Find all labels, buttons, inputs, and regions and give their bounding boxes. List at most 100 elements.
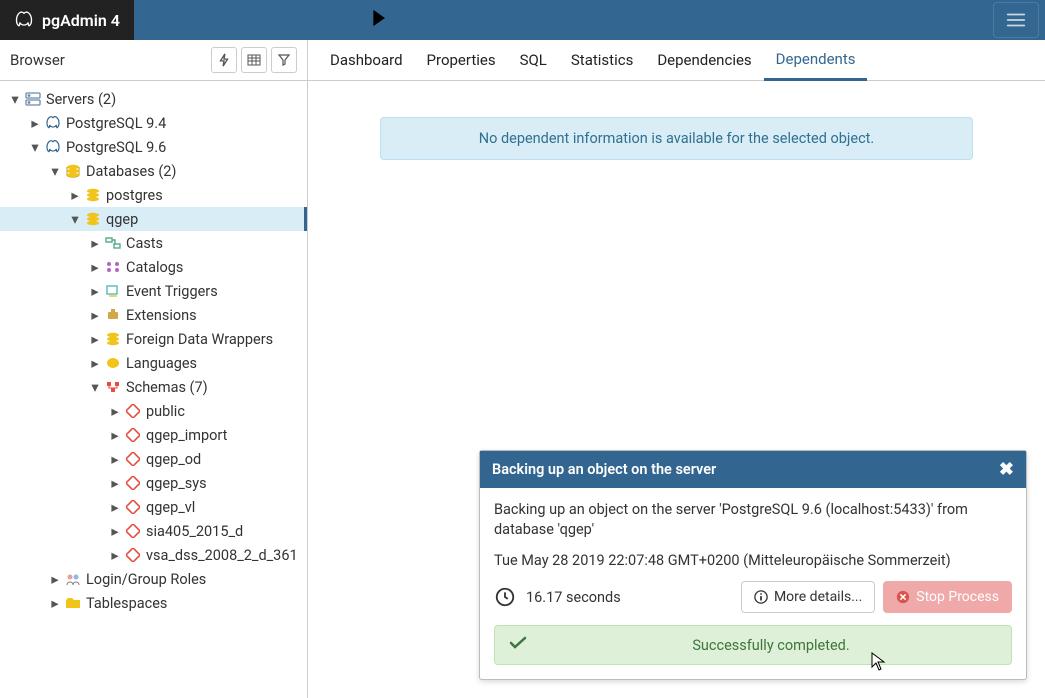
tree-login-roles[interactable]: ▸ Login/Group Roles bbox=[0, 567, 307, 591]
tree-casts[interactable]: ▸ Casts bbox=[0, 231, 307, 255]
tree-db-postgres[interactable]: ▸ postgres bbox=[0, 183, 307, 207]
chevron-right-icon[interactable]: ▸ bbox=[108, 524, 122, 538]
tree-pg96[interactable]: ▾ PostgreSQL 9.6 bbox=[0, 135, 307, 159]
elephant-icon bbox=[44, 138, 62, 156]
tree-label: PostgreSQL 9.6 bbox=[66, 139, 166, 156]
tree-tablespaces[interactable]: ▸ Tablespaces bbox=[0, 591, 307, 615]
tree-languages[interactable]: ▸ Languages bbox=[0, 351, 307, 375]
grid-icon bbox=[247, 54, 261, 66]
tree-catalogs[interactable]: ▸ Catalogs bbox=[0, 255, 307, 279]
tree-label: Casts bbox=[126, 235, 163, 252]
popup-timestamp: Tue May 28 2019 22:07:48 GMT+0200 (Mitte… bbox=[494, 551, 1012, 571]
filter-icon bbox=[278, 54, 290, 66]
tab-dependents[interactable]: Dependents bbox=[764, 40, 868, 81]
tree-fdw[interactable]: ▸ Foreign Data Wrappers bbox=[0, 327, 307, 351]
tree-servers[interactable]: ▾ Servers (2) bbox=[0, 87, 307, 111]
chevron-down-icon[interactable]: ▾ bbox=[8, 92, 22, 106]
object-browser: ▾ Servers (2) ▸ PostgreSQL 9.4 ▾ Postgre… bbox=[0, 81, 308, 698]
popup-elapsed: 16.17 seconds bbox=[526, 589, 621, 606]
chevron-right-icon[interactable]: ▸ bbox=[108, 476, 122, 490]
chevron-right-icon[interactable]: ▸ bbox=[88, 332, 102, 346]
schema-icon bbox=[124, 522, 142, 540]
button-label: More details... bbox=[774, 589, 862, 605]
chevron-down-icon[interactable]: ▾ bbox=[28, 140, 42, 154]
chevron-right-icon[interactable]: ▸ bbox=[108, 452, 122, 466]
chevron-right-icon[interactable]: ▸ bbox=[88, 284, 102, 298]
tree-schema-qgep-sys[interactable]: ▸ qgep_sys bbox=[0, 471, 307, 495]
tree-label: Languages bbox=[126, 355, 197, 372]
chevron-down-icon[interactable]: ▾ bbox=[68, 212, 82, 226]
tree-label: Databases (2) bbox=[86, 163, 176, 180]
chevron-down-icon[interactable]: ▾ bbox=[48, 164, 62, 178]
header-play-icon bbox=[364, 4, 392, 36]
tree-schemas[interactable]: ▾ Schemas (7) bbox=[0, 375, 307, 399]
tree-label: Catalogs bbox=[126, 259, 183, 276]
success-message: Successfully completed. bbox=[545, 637, 997, 654]
tree-label: Event Triggers bbox=[126, 283, 218, 300]
chevron-right-icon[interactable]: ▸ bbox=[68, 188, 82, 202]
query-tool-button[interactable] bbox=[211, 47, 237, 73]
tree-schema-public[interactable]: ▸ public bbox=[0, 399, 307, 423]
database-icon bbox=[84, 186, 102, 204]
tree-label: sia405_2015_d bbox=[146, 523, 243, 540]
tree-pg94[interactable]: ▸ PostgreSQL 9.4 bbox=[0, 111, 307, 135]
schemas-icon bbox=[104, 378, 122, 396]
browser-title: Browser bbox=[10, 51, 65, 69]
chevron-right-icon[interactable]: ▸ bbox=[108, 404, 122, 418]
stop-process-button[interactable]: Stop Process bbox=[883, 581, 1012, 613]
stop-icon bbox=[896, 590, 910, 604]
tree-schema-qgep-import[interactable]: ▸ qgep_import bbox=[0, 423, 307, 447]
servers-icon bbox=[24, 90, 42, 108]
clock-icon bbox=[494, 586, 516, 608]
chevron-right-icon[interactable]: ▸ bbox=[88, 236, 102, 250]
schema-icon bbox=[124, 402, 142, 420]
chevron-right-icon[interactable]: ▸ bbox=[108, 548, 122, 562]
chevron-right-icon[interactable]: ▸ bbox=[28, 116, 42, 130]
chevron-right-icon[interactable]: ▸ bbox=[108, 428, 122, 442]
main-menu-button[interactable] bbox=[993, 2, 1039, 38]
chevron-down-icon[interactable]: ▾ bbox=[88, 380, 102, 394]
schema-icon bbox=[124, 498, 142, 516]
tab-statistics[interactable]: Statistics bbox=[559, 41, 645, 79]
chevron-right-icon[interactable]: ▸ bbox=[88, 260, 102, 274]
fdw-icon bbox=[104, 330, 122, 348]
tree-db-qgep[interactable]: ▾ qgep bbox=[0, 207, 307, 231]
chevron-right-icon[interactable]: ▸ bbox=[108, 500, 122, 514]
tab-dashboard[interactable]: Dashboard bbox=[318, 41, 415, 79]
tree-label: qgep_import bbox=[146, 427, 227, 444]
brand: pgAdmin 4 bbox=[0, 0, 134, 40]
view-data-button[interactable] bbox=[241, 47, 267, 73]
tab-sql[interactable]: SQL bbox=[508, 41, 559, 79]
tab-dependencies[interactable]: Dependencies bbox=[645, 41, 763, 79]
tree-databases[interactable]: ▾ Databases (2) bbox=[0, 159, 307, 183]
schema-icon bbox=[124, 450, 142, 468]
chevron-right-icon[interactable]: ▸ bbox=[88, 356, 102, 370]
filter-button[interactable] bbox=[271, 47, 297, 73]
schema-icon bbox=[124, 426, 142, 444]
tree-schema-qgep-od[interactable]: ▸ qgep_od bbox=[0, 447, 307, 471]
tree-label: public bbox=[146, 403, 185, 420]
tree-label: postgres bbox=[106, 187, 163, 204]
tree-schema-vsa[interactable]: ▸ vsa_dss_2008_2_d_361 bbox=[0, 543, 307, 567]
tree-label: qgep_sys bbox=[146, 475, 207, 492]
tree-label: Schemas (7) bbox=[126, 379, 208, 396]
chevron-right-icon[interactable]: ▸ bbox=[88, 308, 102, 322]
button-label: Stop Process bbox=[916, 589, 999, 605]
info-alert: No dependent information is available fo… bbox=[380, 117, 973, 160]
chevron-right-icon[interactable]: ▸ bbox=[48, 596, 62, 610]
tab-properties[interactable]: Properties bbox=[415, 41, 508, 79]
tree-label: Foreign Data Wrappers bbox=[126, 331, 273, 348]
tree-schema-sia405[interactable]: ▸ sia405_2015_d bbox=[0, 519, 307, 543]
tree-extensions[interactable]: ▸ Extensions bbox=[0, 303, 307, 327]
success-status: Successfully completed. bbox=[494, 625, 1012, 665]
more-details-button[interactable]: More details... bbox=[741, 581, 875, 613]
chevron-right-icon[interactable]: ▸ bbox=[48, 572, 62, 586]
close-icon[interactable]: ✖ bbox=[999, 459, 1014, 480]
hamburger-icon bbox=[1005, 11, 1027, 29]
tree-label: qgep_vl bbox=[146, 499, 195, 516]
tree-event-triggers[interactable]: ▸ Event Triggers bbox=[0, 279, 307, 303]
tree-label: Servers (2) bbox=[46, 91, 116, 108]
schema-icon bbox=[124, 474, 142, 492]
elephant-icon bbox=[14, 10, 34, 30]
tree-schema-qgep-vl[interactable]: ▸ qgep_vl bbox=[0, 495, 307, 519]
